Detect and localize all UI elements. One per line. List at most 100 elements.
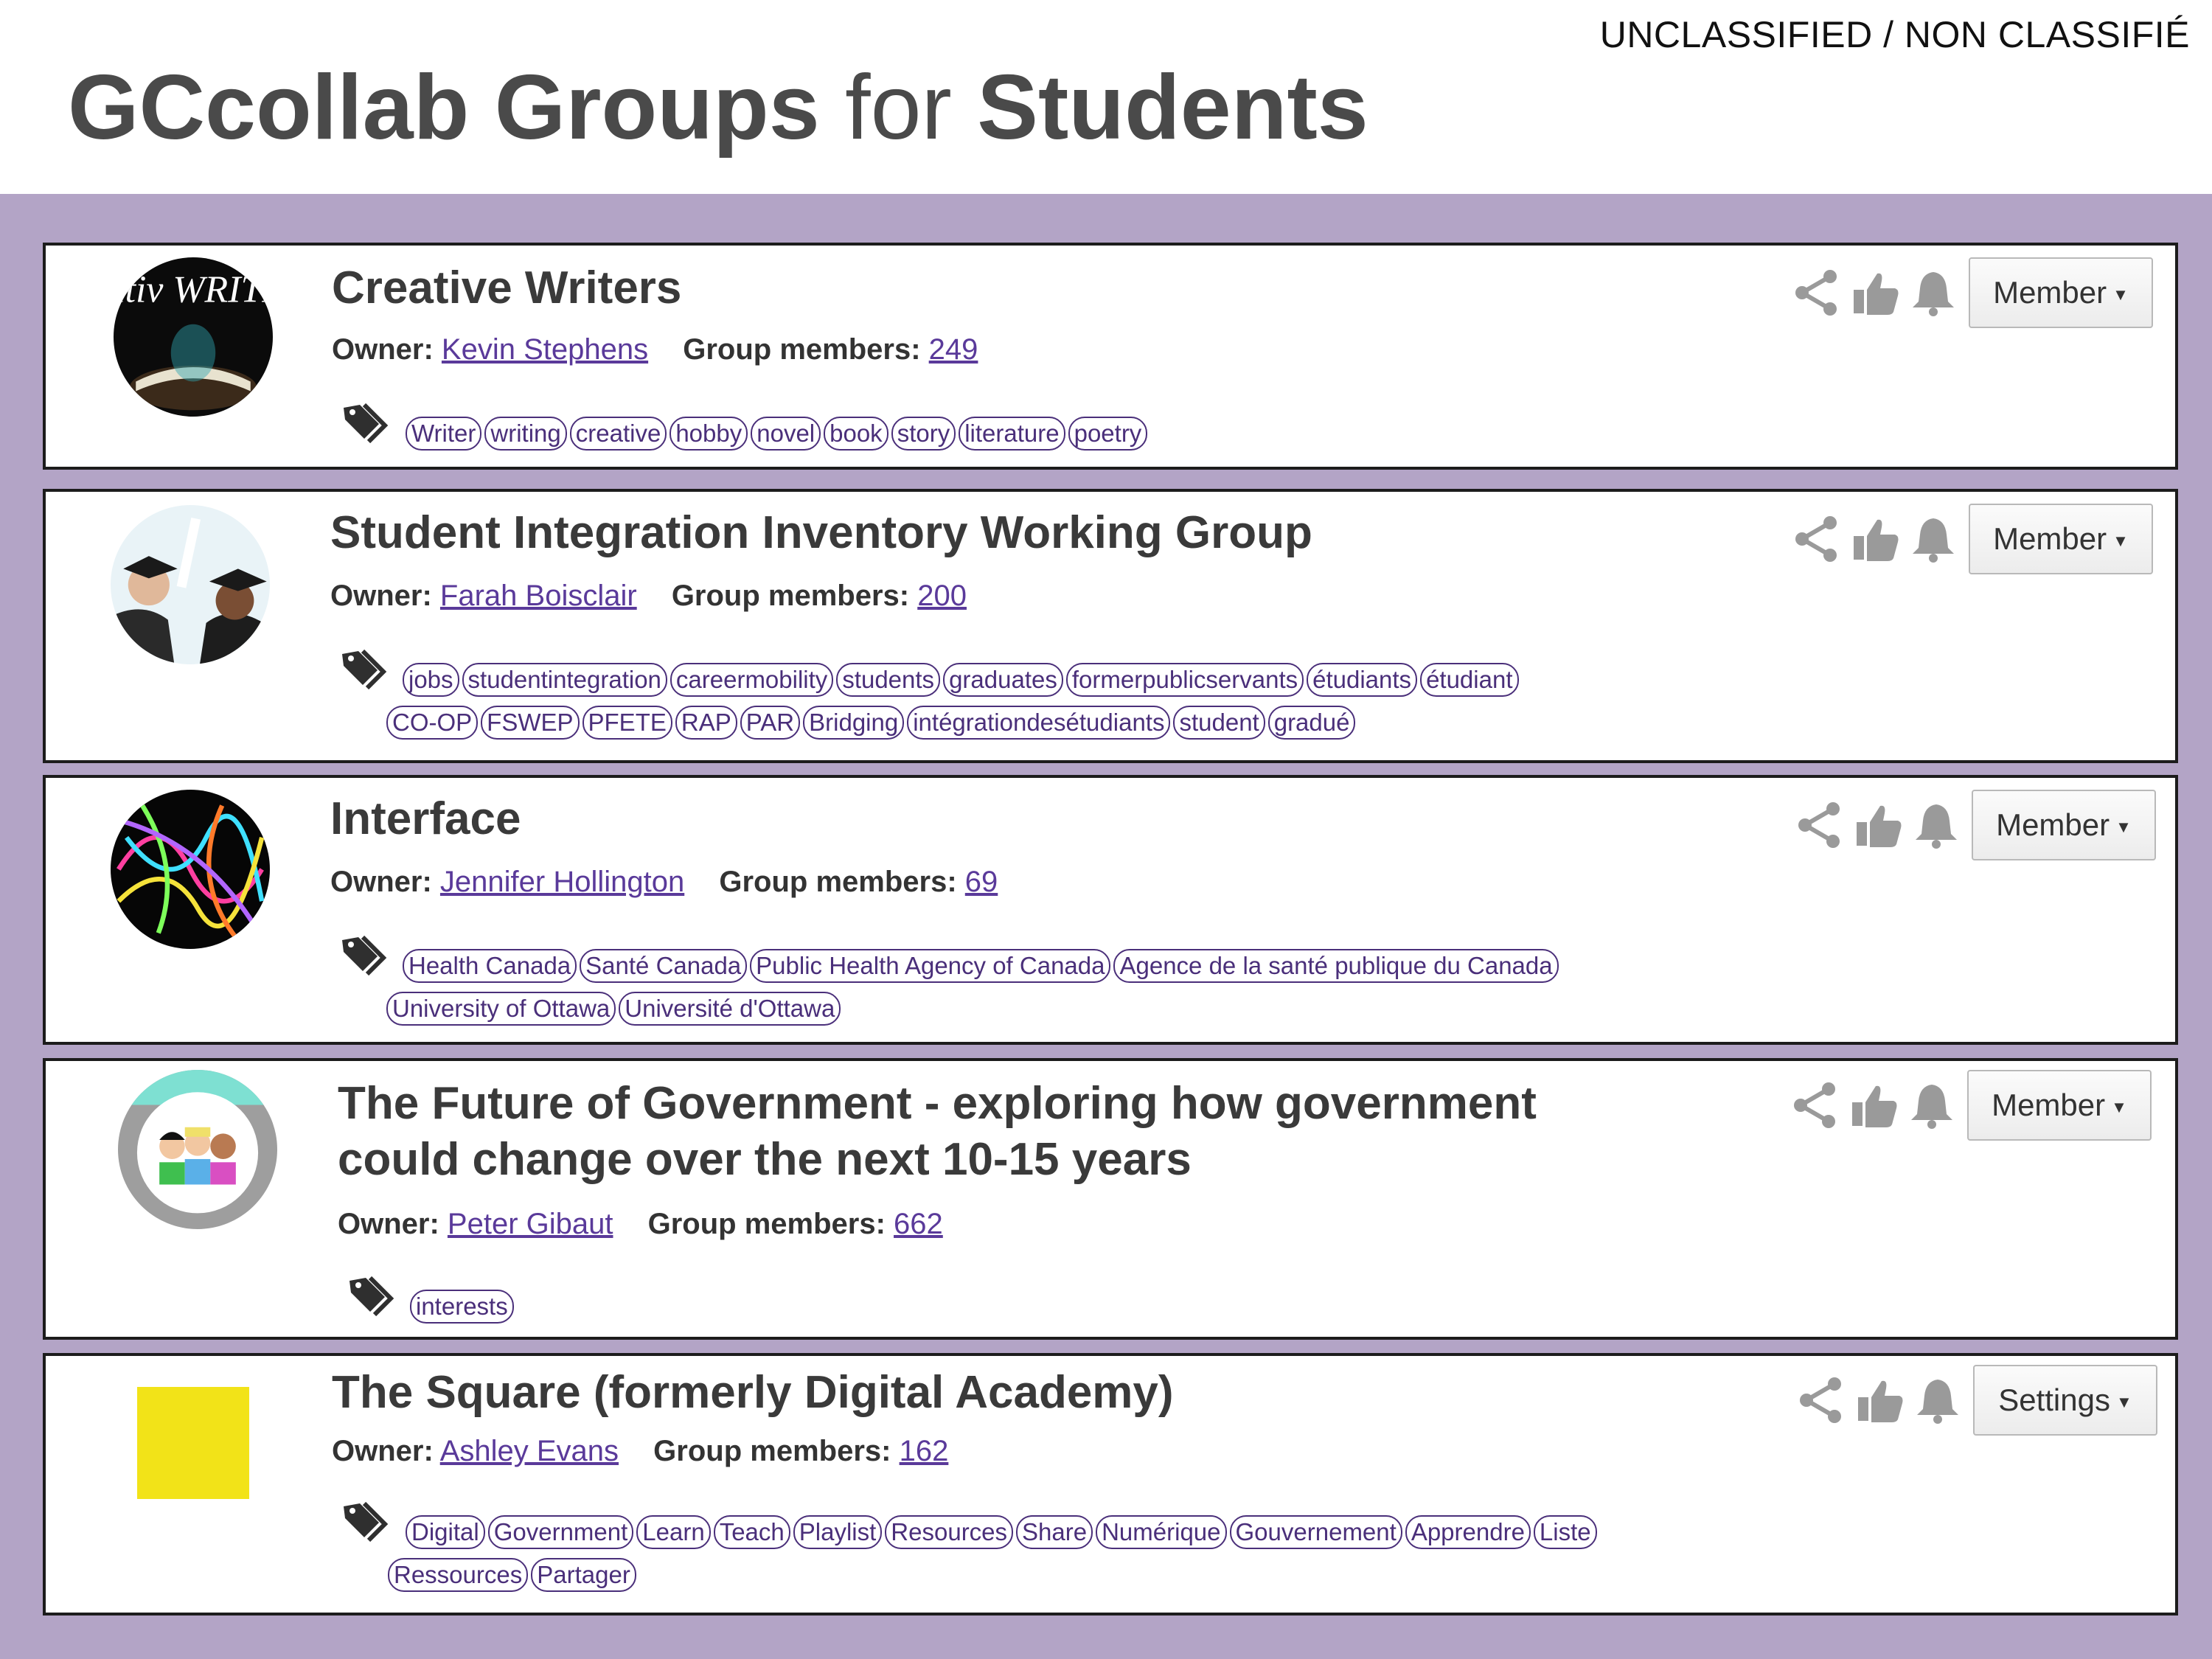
tag[interactable]: étudiants [1307, 663, 1418, 697]
tag[interactable]: jobs [403, 663, 459, 697]
tag[interactable]: writing [484, 417, 567, 451]
group-avatar-the-square[interactable] [137, 1387, 249, 1499]
tag[interactable]: Health Canada [403, 949, 577, 983]
tag[interactable]: Government [487, 1515, 634, 1549]
settings-dropdown-button[interactable]: Settings ▼ [1973, 1365, 2157, 1436]
tag[interactable]: Numérique [1096, 1515, 1227, 1549]
button-label: Member [1993, 521, 2107, 556]
owner-link[interactable]: Jennifer Hollington [440, 866, 684, 898]
tag[interactable]: Bridging [803, 706, 905, 740]
tag[interactable]: formerpublicservants [1065, 663, 1304, 697]
thumbs-up-icon[interactable] [1851, 515, 1901, 563]
tag[interactable]: Université d'Ottawa [619, 992, 841, 1026]
group-meta: Owner: Farah Boisclair Group members: 20… [330, 577, 967, 614]
tag[interactable]: careermobility [669, 663, 834, 697]
tag[interactable]: student [1173, 706, 1265, 740]
owner-link[interactable]: Kevin Stephens [442, 333, 648, 366]
tag[interactable]: interests [410, 1290, 514, 1324]
group-avatar-interface[interactable] [111, 790, 270, 949]
group-avatar-future-of-government[interactable] [118, 1070, 277, 1229]
tag[interactable]: Partager [531, 1558, 636, 1592]
tag[interactable]: creative [569, 417, 667, 451]
title-for: for [845, 57, 952, 159]
thumbs-up-icon[interactable] [1855, 1377, 1905, 1424]
share-icon[interactable] [1792, 515, 1842, 563]
tag[interactable]: intégrationdesétudiants [907, 706, 1171, 740]
tag[interactable]: Resources [885, 1515, 1014, 1549]
owner-label: Owner: [332, 333, 434, 366]
tag[interactable]: Ressources [388, 1558, 529, 1592]
tag[interactable]: PAR [740, 706, 801, 740]
tag[interactable]: Digital [406, 1515, 485, 1549]
share-icon[interactable] [1790, 1082, 1840, 1129]
tag[interactable]: University of Ottawa [386, 992, 616, 1026]
tag[interactable]: Learn [636, 1515, 711, 1549]
bell-icon[interactable] [1908, 269, 1958, 316]
group-meta: Owner: Ashley Evans Group members: 162 [332, 1433, 948, 1470]
share-icon[interactable] [1795, 801, 1845, 849]
tag[interactable]: Apprendre [1405, 1515, 1531, 1549]
tag[interactable]: gradué [1267, 706, 1356, 740]
tag[interactable]: novel [751, 417, 821, 451]
tag[interactable]: students [836, 663, 941, 697]
thumbs-up-icon[interactable] [1854, 801, 1904, 849]
group-name[interactable]: The Square (formerly Digital Academy) [332, 1365, 1174, 1421]
tag[interactable]: Santé Canada [580, 949, 748, 983]
tag[interactable]: Agence de la santé publique du Canada [1113, 949, 1559, 983]
tag-row: jobs studentintegration careermobility stud… [341, 663, 1522, 706]
tag-list: interests [410, 1290, 517, 1332]
tag[interactable]: hobby [669, 417, 748, 451]
tag[interactable]: Share [1016, 1515, 1093, 1549]
share-icon[interactable] [1796, 1377, 1846, 1424]
tag[interactable]: PFETE [582, 706, 672, 740]
group-avatar-creative-writers[interactable]: creativ WRITING [114, 257, 273, 417]
group-name-line-1[interactable]: The Future of Government - exploring how… [338, 1076, 1537, 1132]
tag[interactable]: Gouvernement [1229, 1515, 1402, 1549]
member-dropdown-button[interactable]: Member ▼ [1972, 790, 2156, 860]
thumbs-up-icon[interactable] [1851, 269, 1901, 316]
bell-icon[interactable] [1911, 801, 1961, 849]
group-avatar-student-integration[interactable] [111, 505, 270, 664]
tag[interactable]: CO-OP [386, 706, 479, 740]
owner-link[interactable]: Ashley Evans [440, 1435, 619, 1467]
members-label: Group members: [647, 1208, 886, 1240]
caret-down-icon: ▼ [2115, 1393, 2132, 1412]
members-count-link[interactable]: 200 [917, 580, 967, 612]
tag[interactable]: FSWEP [481, 706, 580, 740]
share-icon[interactable] [1792, 269, 1842, 316]
member-dropdown-button[interactable]: Member ▼ [1969, 257, 2153, 328]
members-count-link[interactable]: 69 [965, 866, 998, 898]
owner-link[interactable]: Farah Boisclair [440, 580, 637, 612]
tag[interactable]: book [824, 417, 888, 451]
members-count-link[interactable]: 162 [900, 1435, 949, 1467]
members-count-link[interactable]: 662 [894, 1208, 943, 1240]
group-name-line-2[interactable]: could change over the next 10-15 years [338, 1132, 1192, 1188]
tag[interactable]: literature [959, 417, 1065, 451]
group-name[interactable]: Student Integration Inventory Working Gr… [330, 505, 1312, 561]
owner-link[interactable]: Peter Gibaut [448, 1208, 613, 1240]
tag[interactable]: story [891, 417, 956, 451]
bell-icon[interactable] [1908, 515, 1958, 563]
member-dropdown-button[interactable]: Member ▼ [1969, 504, 2153, 574]
thumbs-up-icon[interactable] [1849, 1082, 1899, 1129]
tag[interactable]: poetry [1068, 417, 1148, 451]
tag[interactable]: Writer [406, 417, 482, 451]
tag[interactable]: Liste [1533, 1515, 1597, 1549]
tag[interactable]: Teach [713, 1515, 790, 1549]
bell-icon[interactable] [1913, 1377, 1963, 1424]
button-label: Member [1996, 807, 2110, 842]
tag[interactable]: RAP [675, 706, 737, 740]
bell-icon[interactable] [1907, 1082, 1957, 1129]
tag[interactable]: graduates [943, 663, 1063, 697]
group-name[interactable]: Interface [330, 791, 521, 847]
member-dropdown-button[interactable]: Member ▼ [1967, 1070, 2152, 1141]
group-actions: Member ▼ [1792, 504, 2153, 574]
tag[interactable]: Playlist [793, 1515, 883, 1549]
group-name[interactable]: Creative Writers [332, 260, 681, 316]
tag[interactable]: studentintegration [462, 663, 667, 697]
caret-down-icon: ▼ [2115, 818, 2132, 837]
tag[interactable]: Public Health Agency of Canada [750, 949, 1111, 983]
tag[interactable]: étudiant [1420, 663, 1519, 697]
caret-down-icon: ▼ [2112, 532, 2129, 551]
members-count-link[interactable]: 249 [929, 333, 978, 366]
